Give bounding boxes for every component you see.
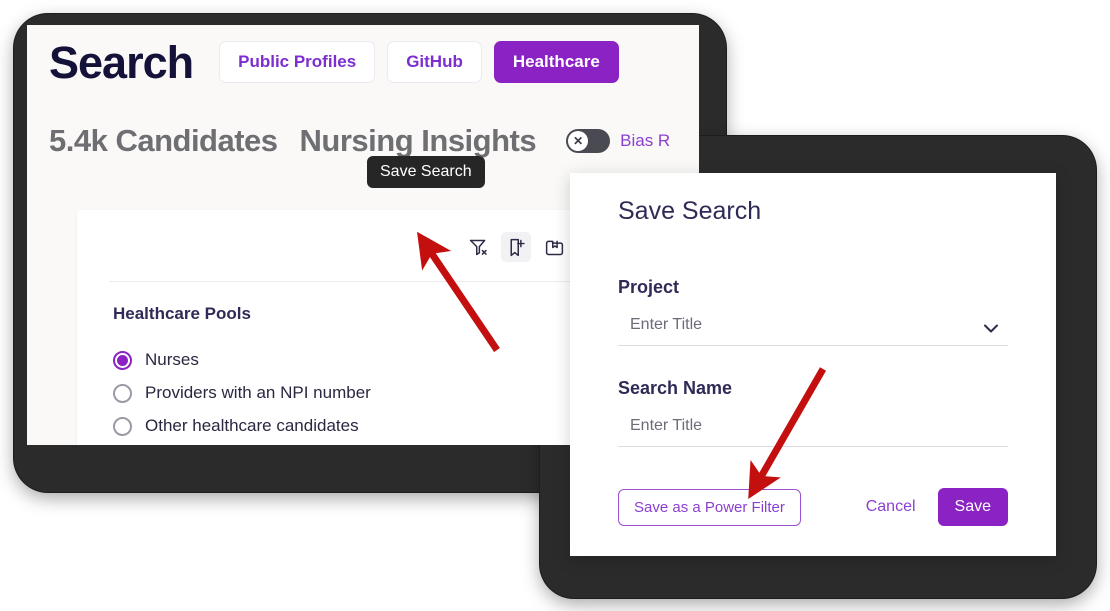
bookmark-add-icon[interactable] — [501, 232, 531, 262]
option-label-other-healthcare: Other healthcare candidates — [145, 416, 359, 435]
cancel-button[interactable]: Cancel — [856, 490, 926, 524]
option-label-npi-providers: Providers with an NPI number — [145, 383, 371, 402]
search-name-placeholder: Enter Title — [630, 417, 703, 434]
tab-public-profiles[interactable]: Public Profiles — [219, 41, 376, 83]
bias-reduction-control: ✕ Bias R — [566, 129, 670, 153]
bias-toggle-label: Bias R — [620, 131, 671, 150]
project-field-group: Project Enter Title — [618, 277, 1008, 346]
toggle-off-icon: ✕ — [568, 131, 589, 151]
save-button[interactable]: Save — [937, 488, 1008, 526]
page-title: Search — [49, 36, 194, 88]
radio-other-healthcare[interactable] — [113, 416, 132, 436]
dialog-actions: Save as a Power Filter Cancel Save — [618, 488, 1008, 526]
folder-bookmark-icon[interactable] — [539, 232, 569, 262]
option-label-nurses: Nurses — [145, 350, 199, 369]
sub-header: 5.4k Candidates Nursing Insights ✕ Bias … — [49, 123, 670, 159]
page-header: Search Public Profiles GitHub Healthcare — [49, 33, 699, 91]
section-title-healthcare-pools: Healthcare Pools — [113, 304, 251, 323]
tab-healthcare[interactable]: Healthcare — [493, 41, 619, 83]
save-search-tooltip: Save Search — [367, 156, 485, 188]
insights-title: Nursing Insights — [299, 123, 537, 158]
radio-nurses[interactable] — [113, 350, 132, 370]
bias-toggle[interactable]: ✕ — [566, 129, 611, 153]
candidate-count: 5.4k Candidates — [49, 123, 278, 158]
project-select[interactable]: Enter Title — [618, 316, 1008, 346]
save-as-power-filter-button[interactable]: Save as a Power Filter — [618, 488, 801, 526]
chevron-down-icon[interactable] — [984, 324, 998, 333]
dialog-title: Save Search — [618, 197, 762, 225]
search-name-field-group: Search Name Enter Title — [618, 378, 1008, 447]
search-name-label: Search Name — [618, 378, 733, 398]
project-placeholder: Enter Title — [630, 316, 703, 333]
search-name-input[interactable]: Enter Title — [618, 417, 1008, 447]
save-search-dialog: Save Search Project Enter Title Search N… — [570, 173, 1056, 556]
screenshot-stage: Search Public Profiles GitHub Healthcare… — [0, 0, 1110, 611]
filter-clear-icon[interactable] — [463, 232, 493, 262]
radio-npi-providers[interactable] — [113, 383, 132, 403]
tab-github[interactable]: GitHub — [387, 41, 482, 83]
source-tabs: Public Profiles GitHub Healthcare — [219, 41, 619, 83]
project-label: Project — [618, 277, 680, 297]
